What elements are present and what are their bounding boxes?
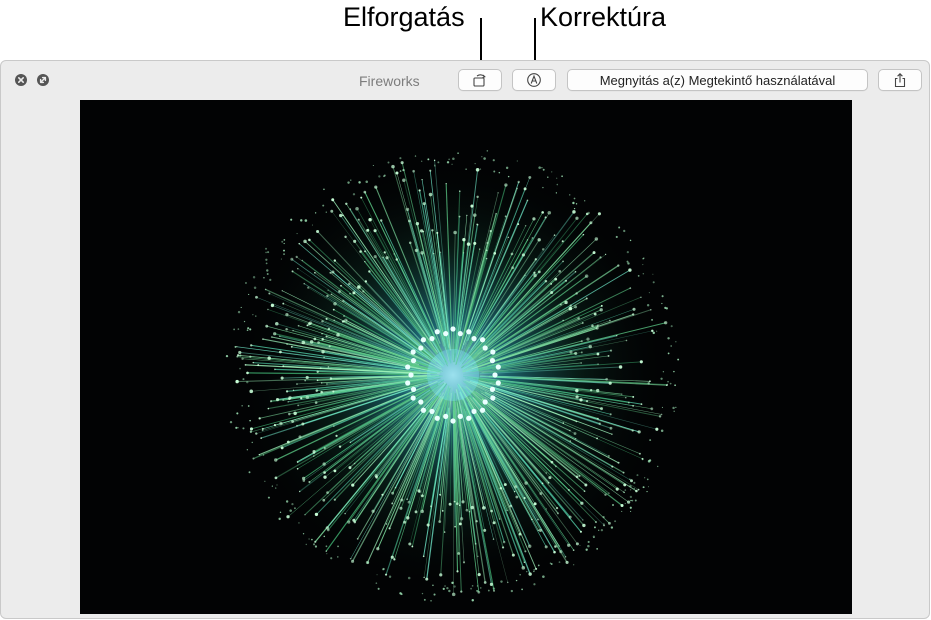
- rotate-button[interactable]: [458, 69, 502, 91]
- fullscreen-button[interactable]: [37, 74, 49, 86]
- share-icon: [894, 73, 906, 88]
- close-icon: [18, 77, 24, 83]
- open-with-preview-button[interactable]: Megnyitás a(z) Megtekintő használatával: [567, 69, 868, 91]
- toolbar: Fireworks Megnyitás a(z) Megtekintő hasz…: [1, 61, 929, 99]
- close-button[interactable]: [15, 74, 27, 86]
- markup-button[interactable]: [512, 69, 556, 91]
- quick-look-window: Fireworks Megnyitás a(z) Megtekintő hasz…: [0, 60, 930, 619]
- fullscreen-icon: [39, 76, 47, 84]
- markup-pen-icon: [527, 73, 541, 87]
- rotate-icon: [473, 74, 486, 87]
- image-preview: [80, 100, 852, 614]
- callout-markup: Korrektúra: [540, 2, 667, 32]
- share-button[interactable]: [878, 69, 922, 91]
- fireworks-image: [225, 150, 680, 602]
- callout-rotate: Elforgatás: [343, 2, 465, 32]
- window-title: Fireworks: [359, 73, 420, 89]
